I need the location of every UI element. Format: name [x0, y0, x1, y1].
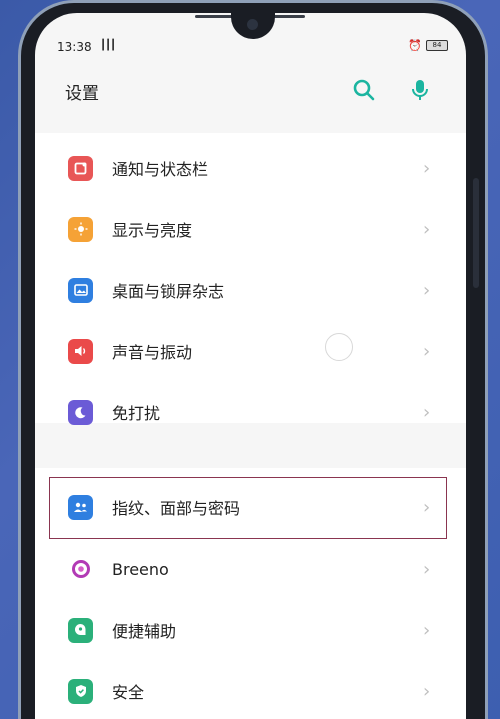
settings-group-1: 通知与状态栏 › 显示与亮度 › 桌面与锁屏杂志 › 声音与振动 › 免打扰 ›	[35, 133, 466, 425]
settings-item-security[interactable]: 安全 ›	[35, 661, 466, 719]
settings-item-assist[interactable]: 便捷辅助 ›	[35, 600, 466, 660]
highlight-box	[49, 477, 447, 539]
chevron-right-icon: ›	[423, 218, 431, 240]
settings-item-wallpaper[interactable]: 桌面与锁屏杂志 ›	[35, 260, 466, 320]
status-right: ⏰ 84	[408, 39, 448, 52]
shield-icon	[68, 678, 93, 704]
settings-item-display[interactable]: 显示与亮度 ›	[35, 199, 466, 259]
item-label: Breeno	[112, 559, 169, 579]
signal-icon: ┃┃┃	[100, 40, 116, 51]
alarm-icon: ⏰	[408, 39, 422, 52]
mic-icon[interactable]	[407, 77, 433, 103]
chevron-right-icon: ›	[423, 619, 431, 641]
chevron-right-icon: ›	[423, 558, 431, 580]
brightness-icon	[68, 216, 93, 242]
side-button	[473, 178, 479, 288]
settings-item-breeno[interactable]: Breeno ›	[35, 539, 466, 599]
item-label: 免打扰	[112, 404, 161, 423]
status-bar: 13:38 ┃┃┃ ⏰ 84	[35, 39, 466, 59]
item-label: 安全	[112, 683, 145, 702]
phone-screen: 13:38 ┃┃┃ ⏰ 84 设置 通知与状态栏 › 显示与亮度 › 桌面与锁屏…	[35, 13, 466, 719]
moon-icon	[68, 399, 93, 425]
touch-indicator	[325, 333, 353, 361]
settings-item-dnd[interactable]: 免打扰 ›	[35, 382, 466, 442]
item-label: 桌面与锁屏杂志	[112, 282, 225, 301]
item-label: 便捷辅助	[112, 622, 177, 641]
assist-icon	[68, 617, 93, 643]
search-icon[interactable]	[351, 77, 377, 103]
chevron-right-icon: ›	[423, 279, 431, 301]
chevron-right-icon: ›	[423, 401, 431, 423]
chevron-right-icon: ›	[423, 680, 431, 702]
camera-notch	[231, 13, 275, 39]
wallpaper-icon	[68, 277, 93, 303]
settings-item-sound[interactable]: 声音与振动 ›	[35, 321, 466, 381]
item-label: 通知与状态栏	[112, 160, 209, 179]
chevron-right-icon: ›	[423, 340, 431, 362]
chevron-right-icon: ›	[423, 157, 431, 179]
settings-item-notification[interactable]: 通知与状态栏 ›	[35, 138, 466, 198]
notification-icon	[68, 155, 93, 181]
battery-icon: 84	[426, 40, 448, 51]
status-time: 13:38	[57, 40, 92, 54]
breeno-icon	[68, 557, 93, 582]
item-label: 显示与亮度	[112, 221, 193, 240]
sound-icon	[68, 338, 93, 364]
header: 设置	[35, 73, 466, 113]
item-label: 声音与振动	[112, 343, 193, 362]
page-title: 设置	[65, 84, 99, 104]
